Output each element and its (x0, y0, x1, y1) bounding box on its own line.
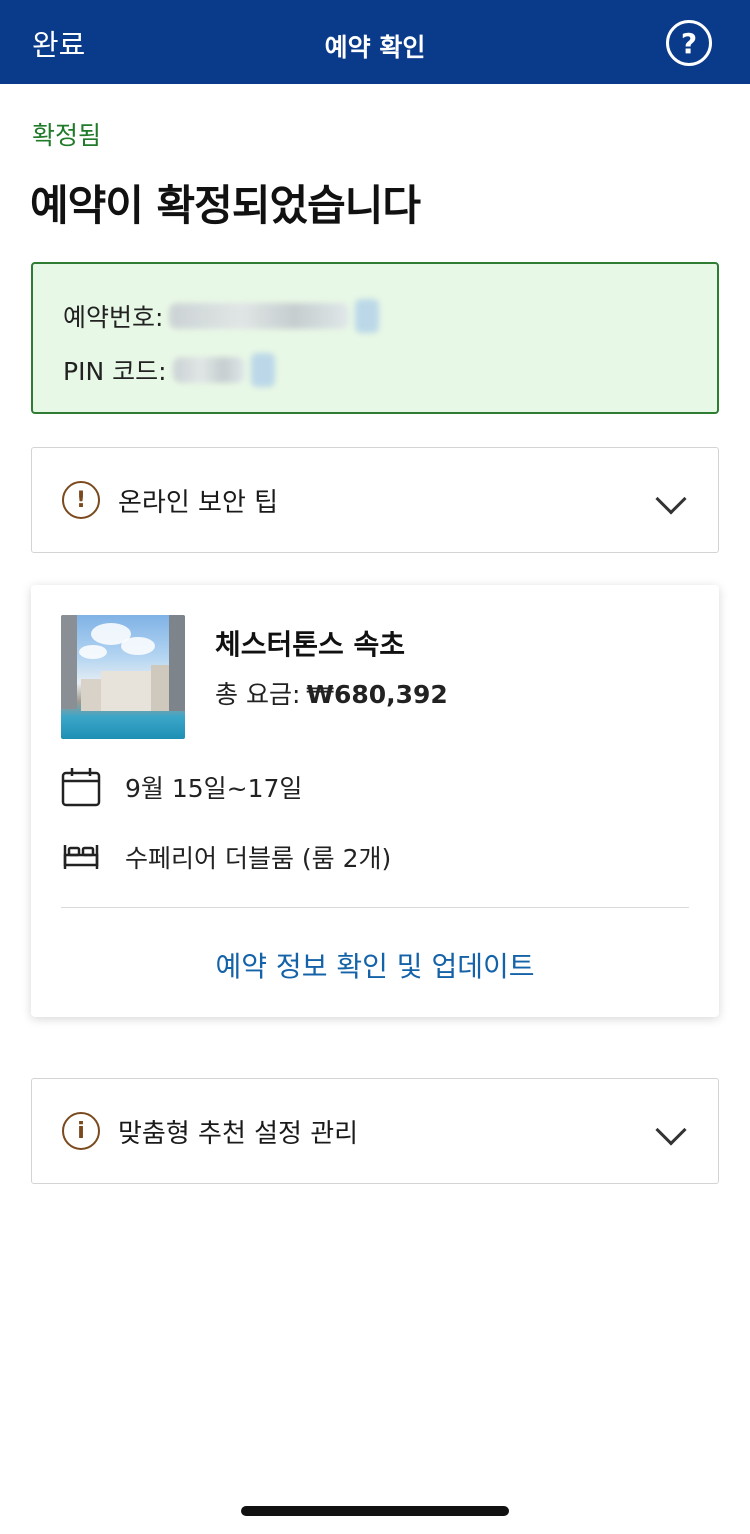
security-tips-label: 온라인 보안 팁 (118, 487, 279, 518)
total-price-value: ₩680,392 (306, 680, 448, 709)
status-label: 확정됨 (32, 121, 102, 150)
card-divider (61, 907, 689, 908)
page-title: 예약 확인 (324, 33, 426, 62)
booking-number-row: 예약번호: (63, 298, 380, 334)
preferences-accordion[interactable]: i 맞춤형 추천 설정 관리 (31, 1078, 719, 1184)
preferences-label: 맞춤형 추천 설정 관리 (118, 1118, 359, 1149)
bed-icon (63, 845, 99, 869)
pin-code-label: PIN 코드: (63, 357, 167, 386)
hotel-name: 체스터톤스 속초 (215, 628, 406, 661)
home-indicator[interactable] (241, 1506, 509, 1516)
manage-booking-link[interactable]: 예약 정보 확인 및 업데이트 (31, 945, 719, 985)
hotel-booking-card: 체스터톤스 속초 총 요금: ₩680,392 9월 15일~17일 수페리어 더… (31, 585, 719, 1017)
total-price-label: 총 요금: (215, 680, 301, 709)
booking-number-label: 예약번호: (63, 303, 164, 332)
chevron-down-icon (655, 1114, 687, 1146)
info-icon: i (62, 1112, 100, 1150)
room-type: 수페리어 더블룸 (룸 2개) (125, 844, 392, 873)
pin-code-row: PIN 코드: (63, 352, 275, 388)
top-bar: 완료 예약 확인 ? (0, 0, 750, 84)
confirmation-heading: 예약이 확정되었습니다 (30, 181, 421, 230)
calendar-icon (61, 768, 101, 807)
security-tips-accordion[interactable]: ! 온라인 보안 팁 (31, 447, 719, 553)
stay-dates-row: 9월 15일~17일 (61, 767, 302, 807)
booking-number-redacted (169, 303, 350, 329)
copy-pin-icon[interactable] (250, 353, 275, 387)
help-icon[interactable]: ? (666, 20, 712, 66)
pin-code-redacted (172, 357, 245, 383)
chevron-down-icon (655, 483, 687, 515)
booking-reference-box: 예약번호: PIN 코드: (31, 262, 719, 414)
total-price-row: 총 요금: ₩680,392 (215, 675, 448, 711)
booking-confirmation-screen: 완료 예약 확인 ? 확정됨 예약이 확정되었습니다 예약번호: PIN 코드:… (0, 0, 750, 1534)
stay-dates: 9월 15일~17일 (125, 774, 303, 803)
warning-icon: ! (62, 481, 100, 519)
hotel-photo (61, 615, 185, 739)
room-type-row: 수페리어 더블룸 (룸 2개) (61, 837, 391, 877)
copy-icon[interactable] (355, 299, 380, 333)
done-button[interactable]: 완료 (32, 22, 85, 64)
